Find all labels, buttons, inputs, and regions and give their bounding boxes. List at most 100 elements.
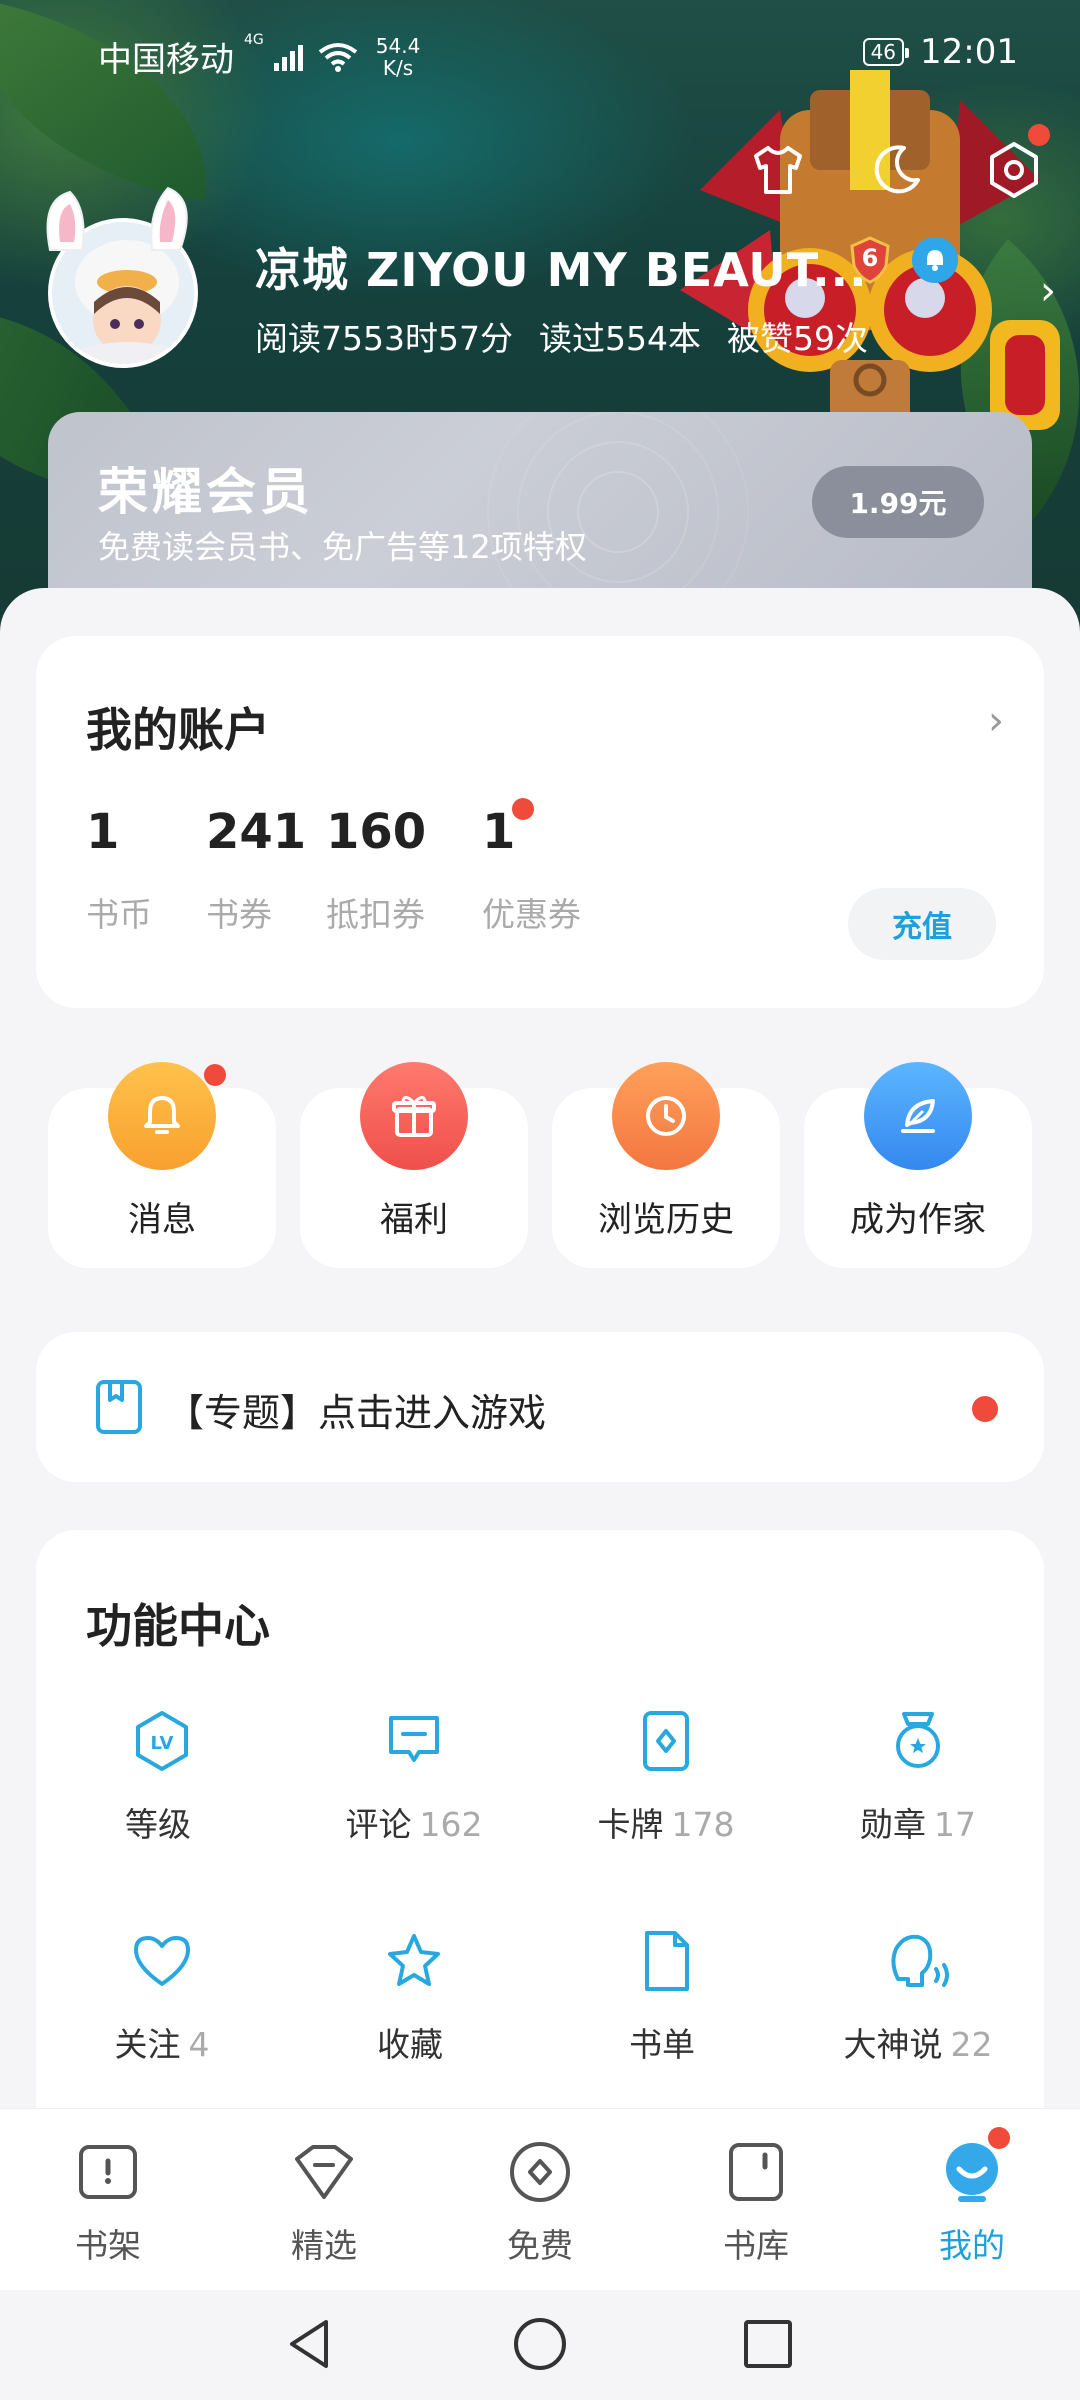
notification-dot	[204, 1064, 226, 1086]
back-icon[interactable]	[280, 2314, 340, 2374]
quick-action-welfare[interactable]: 福利	[300, 1062, 528, 1268]
topic-text: 【专题】点击进入游戏	[166, 1391, 547, 1435]
quick-action-label: 成为作家	[850, 1200, 986, 1240]
quick-action-messages[interactable]: 消息	[48, 1062, 276, 1268]
function-label: 等级	[125, 1805, 191, 1844]
books-read-stat: 读过554本	[538, 319, 701, 358]
account-item-deduction[interactable]: 160 抵扣券	[326, 804, 426, 936]
speaker-icon	[891, 1934, 949, 1987]
level-badge[interactable]: 6	[850, 236, 890, 284]
function-item-cards[interactable]: 卡牌 178	[540, 1706, 792, 1846]
tshirt-icon	[754, 146, 802, 194]
coins-value: 1	[86, 804, 120, 860]
function-count: 178	[671, 1805, 735, 1844]
nav-item-featured[interactable]: 精选	[216, 2137, 432, 2267]
deduction-label: 抵扣券	[326, 895, 425, 934]
bunny-ears-decoration	[46, 186, 188, 251]
main-content: 我的账户 › 1 书币 241 书券 160 抵扣券 1 优惠券 充值 消息 福…	[0, 588, 1080, 2230]
clock: 12:01	[920, 32, 1018, 72]
vip-membership-card[interactable]: 荣耀会员 免费读会员书、免广告等12项特权 1.99元	[48, 412, 1032, 600]
network-speed: 54.4 K/s	[376, 35, 421, 79]
bottom-nav: 书架 精选 免费 书库 我的	[0, 2108, 1080, 2290]
deduction-value: 160	[326, 804, 427, 860]
vip-bell-badge[interactable]	[912, 237, 958, 283]
booklist-icon	[645, 1931, 689, 1991]
bookshelf-icon	[79, 2145, 137, 2199]
function-count: 4	[188, 2025, 210, 2064]
featured-icon	[295, 2145, 353, 2199]
speed-unit: K/s	[382, 55, 414, 80]
moon-icon	[874, 145, 920, 194]
bell-badge-icon	[927, 250, 943, 271]
coins-label: 书币	[86, 895, 152, 934]
reading-time-stat: 阅读7553时57分	[255, 319, 513, 358]
function-label: 收藏	[377, 2025, 443, 2064]
topic-banner[interactable]: 【专题】点击进入游戏	[36, 1332, 1044, 1482]
function-item-great-master[interactable]: 大神说 22	[792, 1926, 1044, 2066]
wifi-icon	[318, 42, 357, 72]
svg-text:LV: LV	[151, 1733, 174, 1754]
profile-chevron-icon[interactable]: ›	[1040, 268, 1056, 314]
card-icon	[643, 1711, 689, 1771]
account-item-coupons[interactable]: 1 优惠券	[482, 798, 581, 936]
function-center-title: 功能中心	[86, 1599, 270, 1653]
system-navigation-bar	[0, 2290, 1080, 2400]
vip-price-button[interactable]: 1.99元	[812, 466, 984, 538]
function-label: 勋章	[860, 1805, 926, 1844]
function-label: 关注	[114, 2025, 181, 2064]
function-label: 大神说	[843, 2025, 943, 2064]
profile-stats[interactable]: 阅读7553时57分 读过554本 被赞59次	[255, 312, 868, 360]
settings-button[interactable]	[984, 124, 1050, 200]
account-chevron-icon[interactable]: ›	[988, 698, 1004, 744]
gift-icon	[360, 1062, 468, 1170]
carrier-label: 中国移动	[98, 40, 234, 80]
star-icon	[388, 1934, 440, 1986]
nav-item-profile[interactable]: 我的	[864, 2127, 1080, 2267]
heart-icon	[134, 1936, 190, 1986]
function-item-comments[interactable]: 评论 162	[288, 1706, 540, 1846]
quick-action-label: 福利	[380, 1200, 448, 1240]
function-item-favorites[interactable]: 收藏	[288, 1926, 540, 2066]
vouchers-label: 书券	[206, 895, 272, 934]
account-item-vouchers[interactable]: 241 书券	[206, 804, 306, 936]
vip-card-pattern	[487, 412, 749, 600]
recents-icon[interactable]	[738, 2314, 798, 2374]
function-item-follows[interactable]: 关注 4	[36, 1926, 288, 2066]
vip-subtitle: 免费读会员书、免广告等12项特权	[98, 528, 587, 566]
profile-name[interactable]: 凉城 ZIYOU MY BEAUT...	[255, 234, 868, 300]
header-actions	[748, 124, 1050, 200]
account-item-coins[interactable]: 1 书币	[86, 804, 152, 936]
notification-dot	[972, 1396, 998, 1422]
quick-actions: 消息 福利 浏览历史 成为作家	[48, 1052, 1032, 1272]
nav-item-bookshelf[interactable]: 书架	[0, 2137, 216, 2267]
nav-label: 免费	[507, 2226, 573, 2265]
quick-action-become-author[interactable]: 成为作家	[804, 1062, 1032, 1268]
function-count: 17	[934, 1805, 976, 1844]
level-badge-number: 6	[861, 244, 879, 272]
outfit-button[interactable]	[748, 140, 808, 200]
function-item-level[interactable]: LV 等级	[36, 1706, 288, 1846]
night-mode-button[interactable]	[866, 140, 926, 200]
function-count: 22	[950, 2025, 993, 2064]
notification-dot	[512, 798, 534, 820]
home-icon[interactable]	[510, 2314, 570, 2374]
profile-header: 中国移动 4G 54.4 K/s 46 12:01 凉城 ZIYOU MY BE…	[0, 0, 1080, 640]
function-item-medals[interactable]: 勋章 17	[792, 1706, 1044, 1846]
signal-icon	[273, 44, 303, 71]
clock-icon	[612, 1062, 720, 1170]
nav-item-library[interactable]: 书库	[648, 2137, 864, 2267]
function-item-booklists[interactable]: 书单	[540, 1926, 792, 2066]
account-card: 我的账户 › 1 书币 241 书券 160 抵扣券 1 优惠券 充值	[36, 636, 1044, 1008]
function-label: 书单	[629, 2025, 695, 2064]
nav-label: 我的	[939, 2226, 1005, 2265]
bookmark-book-icon	[96, 1380, 142, 1434]
nav-item-free[interactable]: 免费	[432, 2137, 648, 2267]
settings-hexagon-icon	[990, 142, 1038, 198]
quick-action-history[interactable]: 浏览历史	[552, 1062, 780, 1268]
speed-value: 54.4	[375, 33, 421, 58]
quick-action-label: 浏览历史	[598, 1200, 734, 1240]
bell-icon	[108, 1062, 216, 1170]
recharge-button[interactable]: 充值	[848, 888, 996, 960]
notification-dot	[988, 2127, 1010, 2149]
feather-icon	[864, 1062, 972, 1170]
